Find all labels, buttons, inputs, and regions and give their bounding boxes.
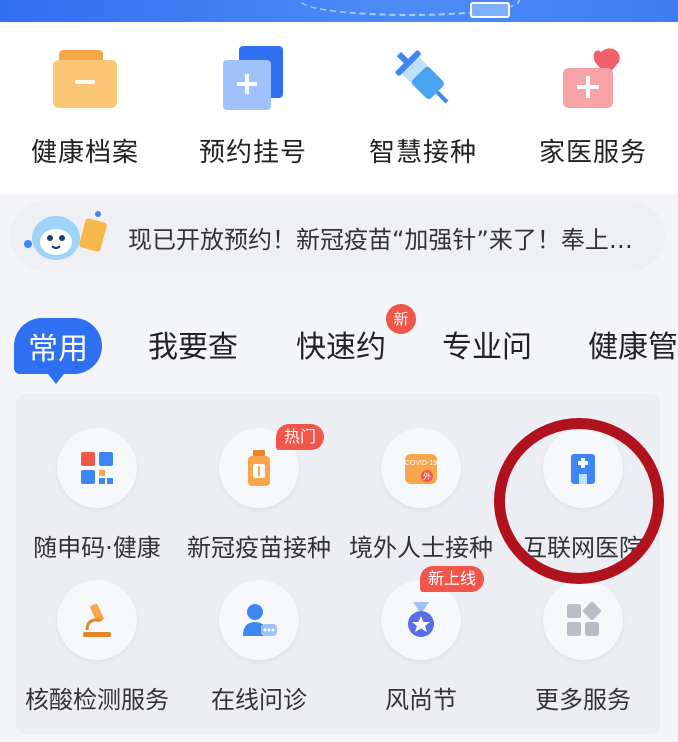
medal-icon [408,602,434,637]
quick-action-label: 预约挂号 [198,138,307,168]
covid-icon-subtext: 外 [423,471,431,481]
quick-action-family-doctor[interactable]: 家医服务 [508,22,678,194]
tab-common[interactable]: 常用 [14,318,102,384]
service-more[interactable]: 更多服务 [502,580,664,730]
service-label: 境外人士接种 [349,534,493,562]
service-icon-wrap [57,580,137,660]
service-label: 互联网医院 [523,534,643,562]
service-health-code[interactable]: 随申码·健康 [16,428,178,578]
service-icon-wrap [543,580,623,660]
service-internet-hospital[interactable]: 互联网医院 [502,428,664,578]
quick-action-appointment[interactable]: 预约挂号 [168,22,338,194]
medical-kit-heart-icon [563,48,620,108]
qr-code-icon [81,452,113,484]
service-label: 随申码·健康 [33,534,161,562]
service-covid-vaccine[interactable]: 新冠疫苗接种 [178,428,340,578]
quick-action-label: 智慧接种 [368,138,477,168]
quick-action-health-records[interactable]: 健康档案 [0,22,170,194]
notice-text: 现已开放预约！新冠疫苗“加强针”来了！奉上… [128,226,633,254]
service-icon-wrap [543,428,623,508]
service-icon-wrap: COVID-19 外 [381,428,461,508]
service-label: 核酸检测服务 [25,686,169,714]
category-tabs: 常用 我要查 快速约 专业问 健康管 [0,308,678,384]
quick-action-label: 健康档案 [30,138,139,168]
quick-action-vaccination[interactable]: 智慧接种 [338,22,508,194]
quick-actions-panel: 健康档案 预约挂号 智慧接种 家医服务 [0,22,678,194]
new-online-tag: 新上线 [420,566,485,592]
service-icon-wrap [219,580,299,660]
more-grid-icon [567,601,602,636]
hospital-icon [571,454,595,484]
tab-quick-book[interactable]: 快速约 [296,322,386,366]
tab-health-manage[interactable]: 健康管 [588,322,678,366]
medical-plus-icon [223,46,283,110]
service-label: 在线问诊 [211,686,307,714]
hot-tag: 热门 [276,424,325,450]
service-online-consult[interactable]: 在线问诊 [178,580,340,730]
quick-action-label: 家医服务 [538,138,647,168]
covid-vaccine-icon: COVID-19 外 [405,454,437,484]
vaccine-bottle-icon [248,450,270,486]
service-fashion-festival[interactable]: 风尚节 [340,580,502,730]
microscope-icon [83,603,111,637]
service-label: 新冠疫苗接种 [187,534,331,562]
new-badge: 新 [386,304,416,334]
tab-consult[interactable]: 专业问 [442,322,532,366]
service-label: 更多服务 [535,686,631,714]
folder-icon [53,50,117,108]
service-icon-wrap [57,428,137,508]
service-foreigner-vaccine[interactable]: COVID-19 外 境外人士接种 [340,428,502,578]
covid-icon-text: COVID-19 [405,460,437,467]
services-grid: 随申码·健康 新冠疫苗接种 COVID-19 外 境外人士接种 互联网医院 核酸… [16,394,660,734]
banner-graphic [470,2,510,18]
tab-query[interactable]: 我要查 [148,322,238,366]
doctor-chat-icon [243,604,277,636]
service-icon-wrap [381,580,461,660]
syringe-icon [395,50,449,104]
mascot-icon [24,211,107,260]
notice-bar[interactable]: 现已开放预约！新冠疫苗“加强针”来了！奉上… [10,200,665,272]
service-label: 风尚节 [385,686,457,714]
top-banner [0,0,678,22]
service-nucleic-test[interactable]: 核酸检测服务 [16,580,178,730]
